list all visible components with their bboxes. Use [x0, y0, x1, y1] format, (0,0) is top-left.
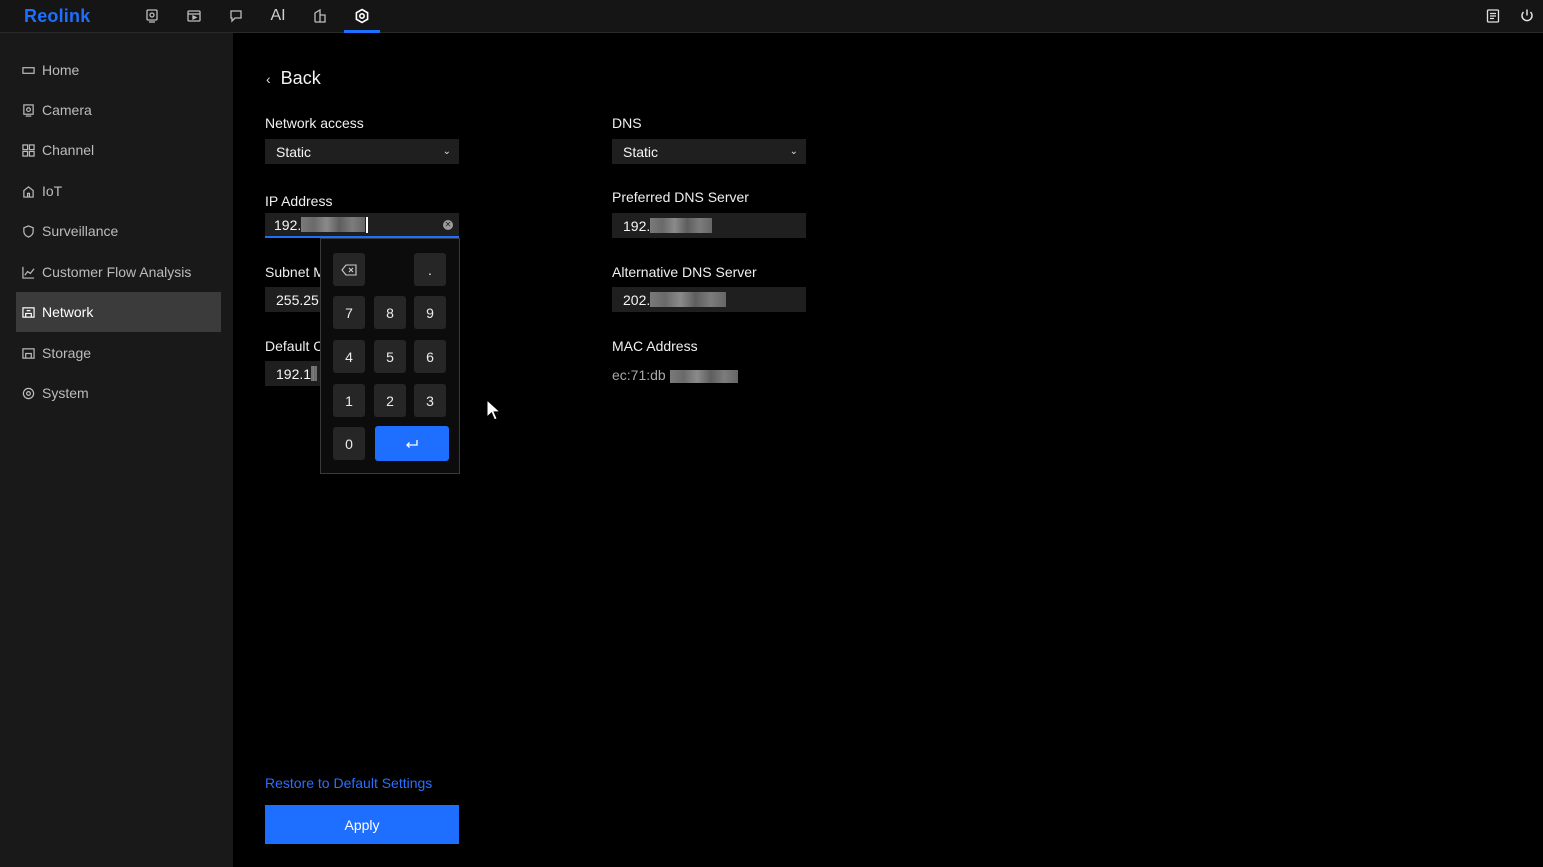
- sidebar-item-home[interactable]: Home: [16, 50, 221, 90]
- text-cursor: [366, 216, 368, 233]
- playback-icon[interactable]: [184, 6, 204, 26]
- backspace-key[interactable]: [333, 253, 365, 286]
- redacted-blur: [650, 218, 713, 233]
- shield-icon: [21, 224, 35, 238]
- sidebar-item-label: Surveillance: [42, 223, 119, 239]
- grid-icon: [21, 143, 35, 157]
- notes-icon[interactable]: [1483, 6, 1503, 26]
- key-9[interactable]: 9: [414, 296, 446, 329]
- sidebar-item-customer-flow-analysis[interactable]: Customer Flow Analysis: [16, 252, 221, 292]
- message-icon[interactable]: [226, 6, 246, 26]
- preferred-dns-value: 192.: [623, 217, 651, 234]
- redacted-blur: [301, 217, 366, 232]
- subnet-mask-label: Subnet M: [265, 264, 325, 280]
- storage-icon: [21, 346, 35, 360]
- ai-icon[interactable]: AI: [268, 6, 288, 26]
- house-icon: [21, 184, 35, 198]
- key-6[interactable]: 6: [414, 340, 446, 373]
- subnet-mask-value: 255.25: [276, 291, 319, 308]
- dns-value: Static: [623, 143, 659, 160]
- sidebar-item-label: Storage: [42, 345, 92, 361]
- apply-button[interactable]: Apply: [265, 805, 459, 844]
- mac-address-value: ec:71:db: [612, 367, 738, 383]
- chart-icon: [21, 265, 35, 279]
- preferred-dns-input[interactable]: 192.: [612, 213, 806, 238]
- home-rect-icon: [21, 63, 35, 77]
- preferred-dns-label: Preferred DNS Server: [612, 189, 749, 205]
- dot-key[interactable]: .: [414, 253, 446, 286]
- reolink-logo: Reolink: [24, 6, 91, 26]
- key-8[interactable]: 8: [374, 296, 406, 329]
- back-button[interactable]: ‹ Back: [266, 68, 321, 89]
- backspace-icon: [341, 263, 357, 276]
- settings-icon[interactable]: [352, 6, 372, 26]
- alternative-dns-value: 202.: [623, 291, 651, 308]
- redacted-blur: [669, 369, 738, 383]
- mac-address-label: MAC Address: [612, 338, 698, 354]
- sidebar-item-label: Network: [42, 304, 94, 320]
- network-access-value: Static: [276, 143, 312, 160]
- alternative-dns-input[interactable]: 202.: [612, 287, 806, 312]
- sidebar-item-label: Camera: [42, 102, 92, 118]
- key-5[interactable]: 5: [374, 340, 406, 373]
- restore-default-link[interactable]: Restore to Default Settings: [265, 775, 432, 791]
- sidebar-item-system[interactable]: System: [16, 373, 221, 413]
- active-tab-indicator: [344, 30, 380, 33]
- key-4[interactable]: 4: [333, 340, 365, 373]
- ip-address-label: IP Address: [265, 193, 333, 209]
- top-bar: Reolink AI: [0, 0, 1543, 33]
- key-1[interactable]: 1: [333, 384, 365, 417]
- redacted-blur: [650, 292, 727, 307]
- back-label: Back: [280, 68, 321, 88]
- device-icon[interactable]: [310, 6, 330, 26]
- camera-icon: [21, 103, 35, 117]
- key-3[interactable]: 3: [414, 384, 446, 417]
- sidebar-item-channel[interactable]: Channel: [16, 130, 221, 170]
- key-2[interactable]: 2: [374, 384, 406, 417]
- gear-icon: [21, 386, 35, 400]
- numeric-keypad: . 7 8 9 4 5 6 1 2 3 0: [320, 238, 460, 474]
- chevron-left-icon: ‹: [266, 70, 271, 87]
- sidebar: Home Camera Channel IoT Surveillance Cus…: [0, 33, 233, 867]
- camera-live-icon[interactable]: [142, 6, 162, 26]
- sidebar-item-label: System: [42, 385, 89, 401]
- network-access-select[interactable]: Static ⌄: [265, 139, 459, 164]
- mouse-cursor-icon: [486, 399, 502, 421]
- chevron-down-icon: ⌄: [789, 146, 798, 157]
- redacted-blur: [311, 366, 318, 381]
- sidebar-item-label: Customer Flow Analysis: [42, 264, 192, 280]
- sidebar-item-storage[interactable]: Storage: [16, 333, 221, 373]
- chevron-down-icon: ⌄: [442, 146, 451, 157]
- key-7[interactable]: 7: [333, 296, 365, 329]
- sidebar-item-network[interactable]: Network: [16, 292, 221, 332]
- subnet-mask-input[interactable]: 255.25: [265, 287, 321, 312]
- network-access-label: Network access: [265, 115, 364, 131]
- key-0[interactable]: 0: [333, 427, 365, 460]
- enter-icon: [406, 439, 418, 448]
- ip-address-value: 192.: [274, 216, 302, 233]
- alternative-dns-label: Alternative DNS Server: [612, 264, 757, 280]
- default-gateway-input[interactable]: 192.1: [265, 361, 321, 386]
- enter-key[interactable]: [375, 426, 449, 461]
- sidebar-item-label: IoT: [42, 183, 63, 199]
- default-gateway-label: Default C: [265, 338, 324, 354]
- power-icon[interactable]: [1517, 6, 1537, 26]
- network-icon: [21, 305, 35, 319]
- sidebar-item-surveillance[interactable]: Surveillance: [16, 211, 221, 251]
- sidebar-item-label: Channel: [42, 142, 95, 158]
- dns-select[interactable]: Static ⌄: [612, 139, 806, 164]
- clear-icon[interactable]: ✕: [443, 220, 453, 230]
- ip-address-input[interactable]: 192. ✕: [265, 213, 459, 238]
- default-gateway-value: 192.1: [276, 365, 312, 382]
- sidebar-item-camera[interactable]: Camera: [16, 90, 221, 130]
- sidebar-item-label: Home: [42, 62, 80, 78]
- mac-address-text: ec:71:db: [612, 367, 666, 383]
- dns-label: DNS: [612, 115, 642, 131]
- sidebar-item-iot[interactable]: IoT: [16, 171, 221, 211]
